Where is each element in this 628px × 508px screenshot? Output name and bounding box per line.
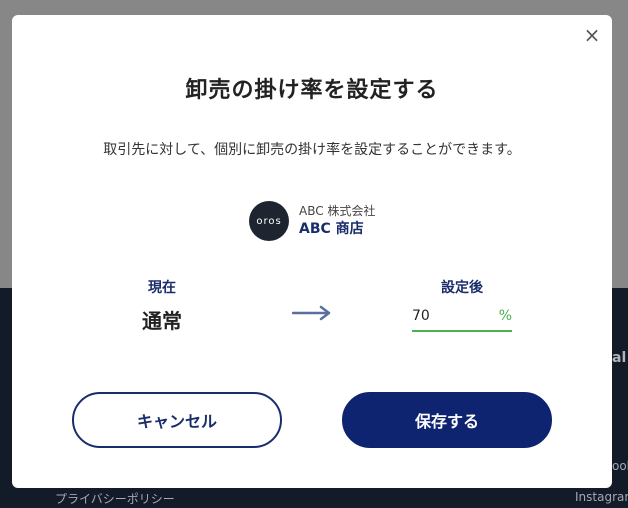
save-button[interactable]: 保存する [342, 392, 552, 448]
close-icon[interactable]: × [580, 23, 604, 47]
modal-description: 取引先に対して、個別に卸売の掛け率を設定することができます。 [103, 142, 521, 158]
footer-text-fragment: al [612, 350, 627, 366]
percent-unit: % [498, 308, 512, 324]
arrow-right-icon [292, 305, 331, 321]
store-company: ABC 株式会社 [299, 204, 376, 219]
store-names: ABC 株式会社 ABC 商店 [299, 204, 375, 238]
store-info: oros ABC 株式会社 ABC 商店 [249, 201, 375, 241]
footer-instagram-link: Instagram [575, 490, 628, 504]
footer-privacy-link: プライバシーポリシー [55, 492, 175, 506]
current-rate-label: 現在 [148, 280, 176, 296]
store-logo: oros [249, 201, 289, 241]
rate-input[interactable] [412, 308, 482, 324]
store-shop-name: ABC 商店 [299, 220, 364, 237]
rate-setting-modal: × 卸売の掛け率を設定する 取引先に対して、個別に卸売の掛け率を設定することがで… [12, 15, 612, 488]
footer-text-fragment: ook [612, 459, 628, 473]
new-rate-field: % [412, 302, 512, 332]
cancel-button[interactable]: キャンセル [72, 392, 282, 448]
new-rate-label: 設定後 [441, 280, 483, 296]
modal-title: 卸売の掛け率を設定する [185, 78, 439, 103]
current-rate-value: 通常 [142, 309, 182, 333]
